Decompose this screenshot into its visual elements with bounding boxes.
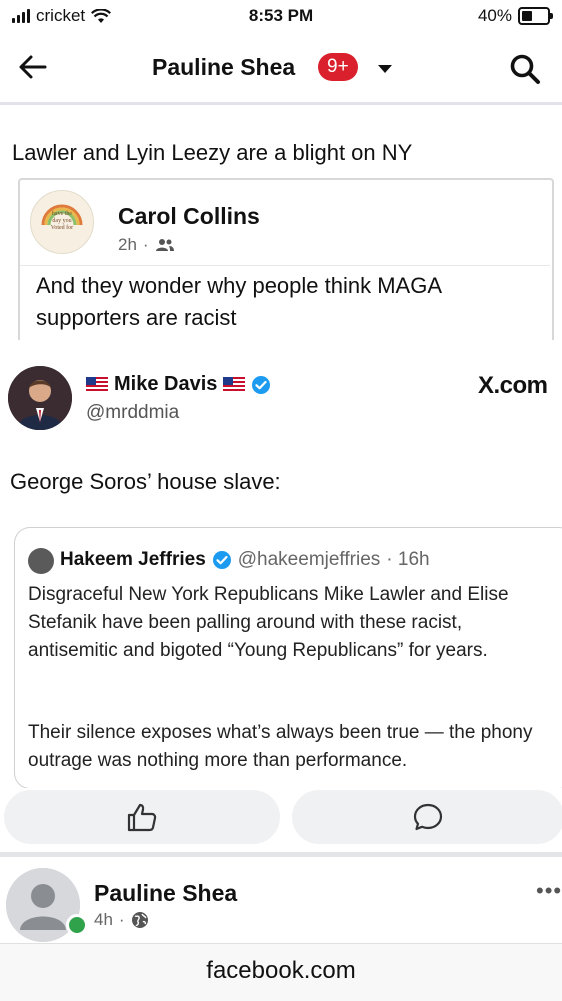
person-photo-icon — [8, 366, 72, 430]
us-flag-icon — [223, 377, 246, 392]
svg-text:Voted for: Voted for — [51, 224, 73, 231]
more-options-icon[interactable]: ••• — [536, 878, 562, 904]
quoted-author-handle: @hakeemjeffries — [237, 549, 381, 570]
status-bar: cricket 8:53 PM 40% — [0, 0, 562, 32]
quoted-author-name: Hakeem Jeffries — [60, 549, 206, 570]
header-divider — [0, 102, 562, 105]
thumbs-up-icon — [127, 803, 157, 832]
friends-icon — [155, 239, 174, 251]
quoted-tweet-paragraph: Disgraceful New York Republicans Mike La… — [28, 584, 509, 661]
rainbow-icon: have the day you Voted for — [41, 204, 83, 231]
post-separator — [0, 852, 562, 857]
notification-badge[interactable]: 9+ — [318, 53, 358, 81]
shared-post-time: 2h — [118, 235, 137, 254]
globe-icon — [131, 912, 148, 928]
tweet-author-row: Mike Davis — [86, 373, 271, 396]
avatar — [8, 366, 72, 430]
chevron-down-icon[interactable] — [378, 65, 392, 73]
quoted-author-row: Hakeem Jeffries @hakeemjeffries · 16h — [60, 549, 430, 571]
quoted-tweet-paragraph: Their silence exposes what’s always been… — [28, 722, 533, 771]
battery-icon — [518, 7, 553, 25]
meta-separator: · — [142, 235, 149, 254]
online-status-indicator — [66, 914, 88, 936]
verified-badge-icon — [252, 375, 271, 394]
verified-badge-icon — [212, 551, 231, 569]
post-meta: 4h · — [94, 910, 149, 930]
post-text: Lawler and Lyin Leezy are a blight on NY — [12, 140, 413, 165]
x-logo-text: X.com — [478, 372, 548, 399]
shared-post-meta: 2h · — [118, 235, 175, 255]
comment-icon — [413, 803, 443, 831]
us-flag-icon — [86, 377, 108, 392]
battery-percent: 40% — [477, 6, 512, 25]
avatar[interactable]: have the day you Voted for — [30, 190, 94, 254]
avatar — [28, 548, 54, 574]
shared-post-text: And they wonder why people think MAGA su… — [36, 273, 441, 330]
like-button[interactable] — [4, 790, 280, 844]
tweet-author-handle: @mrddmia — [86, 402, 180, 423]
svg-text:have the: have the — [52, 211, 72, 217]
comment-button[interactable] — [292, 790, 562, 844]
shared-author-name[interactable]: Carol Collins — [118, 203, 260, 230]
tweet-author-name: Mike Davis — [114, 373, 218, 395]
back-arrow-icon[interactable] — [16, 50, 50, 84]
app-header: Pauline Shea 9+ — [0, 36, 562, 100]
svg-text:day you: day you — [52, 218, 71, 224]
url-text[interactable]: facebook.com — [0, 957, 562, 985]
tweet-text: George Soros’ house slave: — [10, 469, 281, 494]
post-author-name[interactable]: Pauline Shea — [94, 880, 237, 907]
post-time: 4h — [94, 910, 113, 929]
battery-status: 40% — [477, 6, 553, 26]
page-title[interactable]: Pauline Shea — [152, 54, 295, 81]
shared-card-divider — [20, 265, 550, 266]
quoted-tweet-time: · 16h — [386, 549, 430, 570]
search-icon[interactable] — [508, 52, 542, 86]
meta-separator: · — [118, 910, 125, 929]
